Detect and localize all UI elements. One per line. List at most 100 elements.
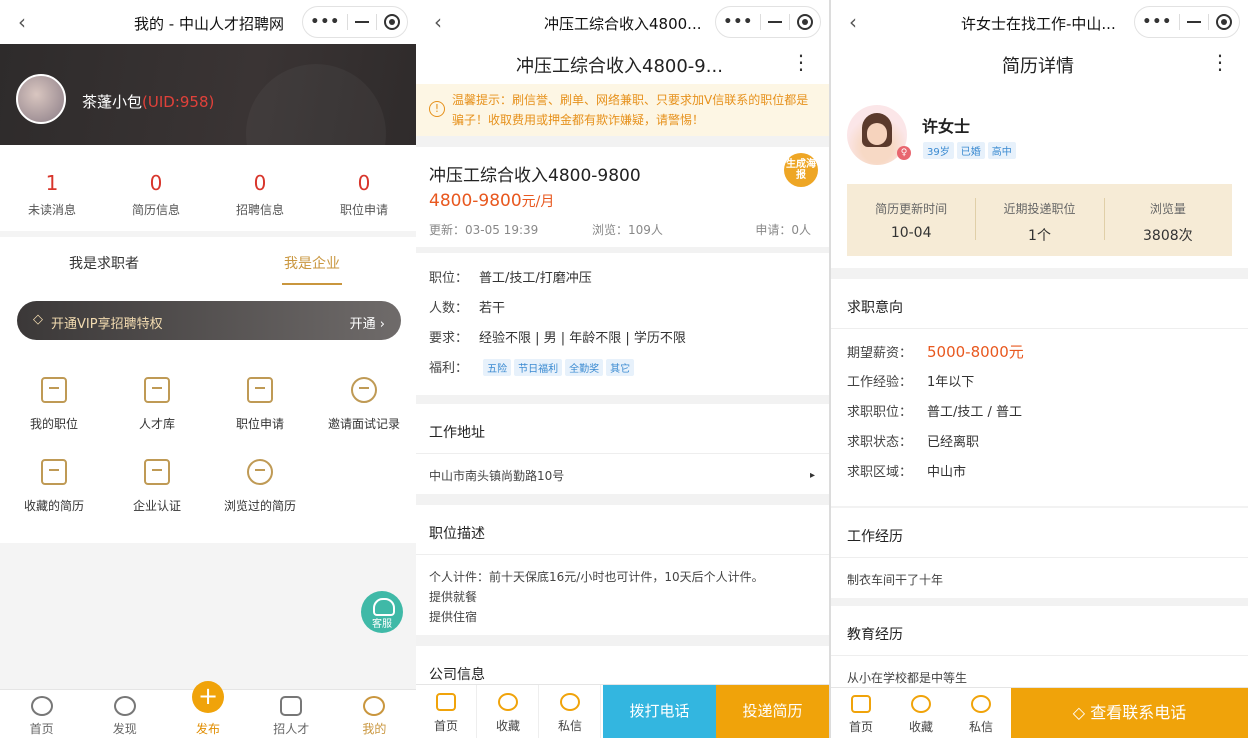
generate-poster-button[interactable]: 生成海报 [784, 153, 818, 187]
avatar[interactable] [16, 74, 66, 124]
tag-icon: ◇ [1072, 703, 1091, 722]
mini-program-capsule: ••• [715, 6, 821, 38]
intent-position: 求职职位： 普工/技工 / 普工 [847, 405, 1023, 420]
grid-company-verify[interactable]: 企业认证 [105, 459, 209, 514]
home-icon [851, 695, 871, 713]
welfare-tag: 节日福利 [514, 359, 563, 376]
work-address-section: 工作地址 中山市南头镇尚勤路10号 ▸ [416, 404, 829, 494]
vip-open-button[interactable]: 开通 › [350, 313, 385, 332]
chat-icon [560, 693, 580, 711]
database-icon [144, 377, 170, 403]
star-icon [41, 459, 67, 485]
clock-icon [247, 459, 273, 485]
tab-company[interactable]: 我是企业 [208, 237, 416, 287]
stat-jobs[interactable]: 0 招聘信息 [208, 145, 312, 231]
grid-my-jobs[interactable]: 我的职位 [2, 377, 106, 432]
section-title: 求职意向 [831, 279, 1248, 329]
grid-viewed-resumes[interactable]: 浏览过的简历 [208, 459, 312, 514]
favorite-button[interactable]: 收藏 [478, 685, 539, 738]
title-bar: ‹ 许女士在找工作-中山... ••• [831, 0, 1248, 44]
view-contact-phone-button[interactable]: ◇ 查看联系电话 [1011, 688, 1248, 738]
stat-applications[interactable]: 0 职位申请 [312, 145, 416, 231]
nav-home[interactable]: 首页 [831, 688, 891, 738]
title-bar: ‹ 我的 - 中山人才招聘网 ••• [0, 0, 416, 44]
deliver-resume-button[interactable]: 投递简历 [716, 685, 829, 738]
intent-region: 求职区域： 中山市 [847, 465, 967, 480]
star-icon [498, 693, 518, 711]
call-button[interactable]: 拨打电话 [603, 685, 716, 738]
nav-recruit[interactable]: 招人才 [250, 690, 333, 738]
address-link[interactable]: 中山市南头镇尚勤路10号 ▸ [416, 454, 829, 486]
section-title: 工作经历 [831, 508, 1248, 558]
more-vertical-icon[interactable]: ⋮ [791, 52, 811, 72]
more-icon[interactable]: ••• [723, 15, 753, 29]
desc-line: 个人计件：前十天保底16元/小时也可计件，10天后个人计件。 [429, 570, 764, 584]
grid-interview-records[interactable]: 邀请面试记录 [312, 377, 416, 432]
vip-banner[interactable]: ◇ 开通VIP享招聘特权 开通 › [17, 301, 401, 340]
minimize-icon[interactable] [354, 21, 369, 23]
stat-unread[interactable]: 1 未读消息 [0, 145, 104, 231]
favorite-button[interactable]: 收藏 [891, 688, 951, 738]
nav-home[interactable]: 首页 [0, 690, 83, 738]
stat-views: 浏览量 3808次 [1103, 184, 1232, 256]
message-button[interactable]: 私信 [951, 688, 1011, 738]
close-icon[interactable] [383, 14, 400, 30]
more-icon[interactable]: ••• [1142, 15, 1172, 29]
grid-job-applications[interactable]: 职位申请 [208, 377, 312, 432]
page-header: 冲压工综合收入4800-9... ⋮ [416, 44, 829, 84]
updated-time: 更新：03-05 19:39 [429, 223, 539, 237]
customer-service-button[interactable]: 客服 [361, 591, 403, 633]
tab-job-seeker[interactable]: 我是求职者 [0, 237, 208, 287]
intent-salary: 期望薪资： 5000-8000元 [847, 343, 1024, 361]
section-title: 教育经历 [831, 606, 1248, 656]
stat-resumes[interactable]: 0 简历信息 [104, 145, 208, 231]
role-section: 我是求职者 我是企业 ◇ 开通VIP享招聘特权 开通 › 我的职位 人才库 职位… [0, 237, 416, 543]
info-welfare: 福利： 五险 节日福利 全勤奖 其它 [416, 357, 829, 387]
chat-icon [971, 695, 991, 713]
user-name: 茶蓬小包(UID:958) [82, 93, 215, 111]
stat-recent-applications: 近期投递职位 1个 [975, 184, 1103, 256]
panel-resume-detail: ‹ 许女士在找工作-中山... ••• 简历详情 ⋮ ♀ 许女士 39岁 已婚 高中… [831, 0, 1248, 738]
nav-publish[interactable]: + 发布 [166, 681, 249, 738]
job-intent-section: 求职意向 期望薪资： 5000-8000元 工作经验： 1年以下 求职职位： 普工/技… [831, 279, 1248, 506]
back-icon[interactable]: ‹ [849, 11, 857, 33]
stat-updated: 简历更新时间 10-04 [875, 202, 948, 241]
back-icon[interactable]: ‹ [18, 11, 26, 33]
profile-tag: 39岁 [923, 142, 954, 159]
profile-header: 茶蓬小包(UID:958) [0, 44, 416, 145]
chevron-right-icon: ▸ [809, 470, 815, 481]
profile-tag: 高中 [987, 142, 1016, 159]
section-title: 工作地址 [416, 404, 829, 454]
bottom-nav: 首页 发现 + 发布 招人才 我的 [0, 681, 416, 738]
page-title: 许女士在找工作-中山... [961, 15, 1116, 33]
form-icon [247, 377, 273, 403]
nav-discover[interactable]: 发现 [83, 690, 166, 738]
title-bar: ‹ 冲压工综合收入4800... ••• [416, 0, 829, 44]
grid-talent-pool[interactable]: 人才库 [105, 377, 209, 432]
grid-saved-resumes[interactable]: 收藏的简历 [2, 459, 106, 514]
message-button[interactable]: 私信 [540, 685, 601, 738]
vip-label: 开通VIP享招聘特权 [51, 317, 163, 332]
home-icon [30, 696, 53, 716]
user-uid: (UID:958) [142, 93, 215, 111]
more-vertical-icon[interactable]: ⋮ [1210, 52, 1230, 72]
star-icon [911, 695, 931, 713]
nav-home[interactable]: 首页 [416, 685, 477, 738]
back-icon[interactable]: ‹ [434, 11, 442, 33]
minimize-icon[interactable] [767, 21, 782, 23]
welfare-tag: 其它 [606, 359, 635, 376]
nav-mine[interactable]: 我的 [333, 690, 416, 738]
mini-program-capsule: ••• [302, 6, 408, 38]
minimize-icon[interactable] [1186, 21, 1201, 23]
work-experience-text: 制衣车间干了十年 [847, 573, 944, 587]
close-icon[interactable] [796, 14, 813, 30]
close-icon[interactable] [1215, 14, 1232, 30]
page-title: 我的 - 中山人才招聘网 [134, 15, 284, 33]
diamond-icon: ◇ [33, 312, 43, 327]
plus-icon: + [192, 681, 224, 713]
alert-icon: ! [429, 101, 445, 117]
more-icon[interactable]: ••• [310, 15, 340, 29]
users-icon [351, 377, 377, 403]
profile-tag: 已婚 [956, 142, 985, 159]
education-section: 教育经历 从小在学校都是中等生 [831, 606, 1248, 696]
